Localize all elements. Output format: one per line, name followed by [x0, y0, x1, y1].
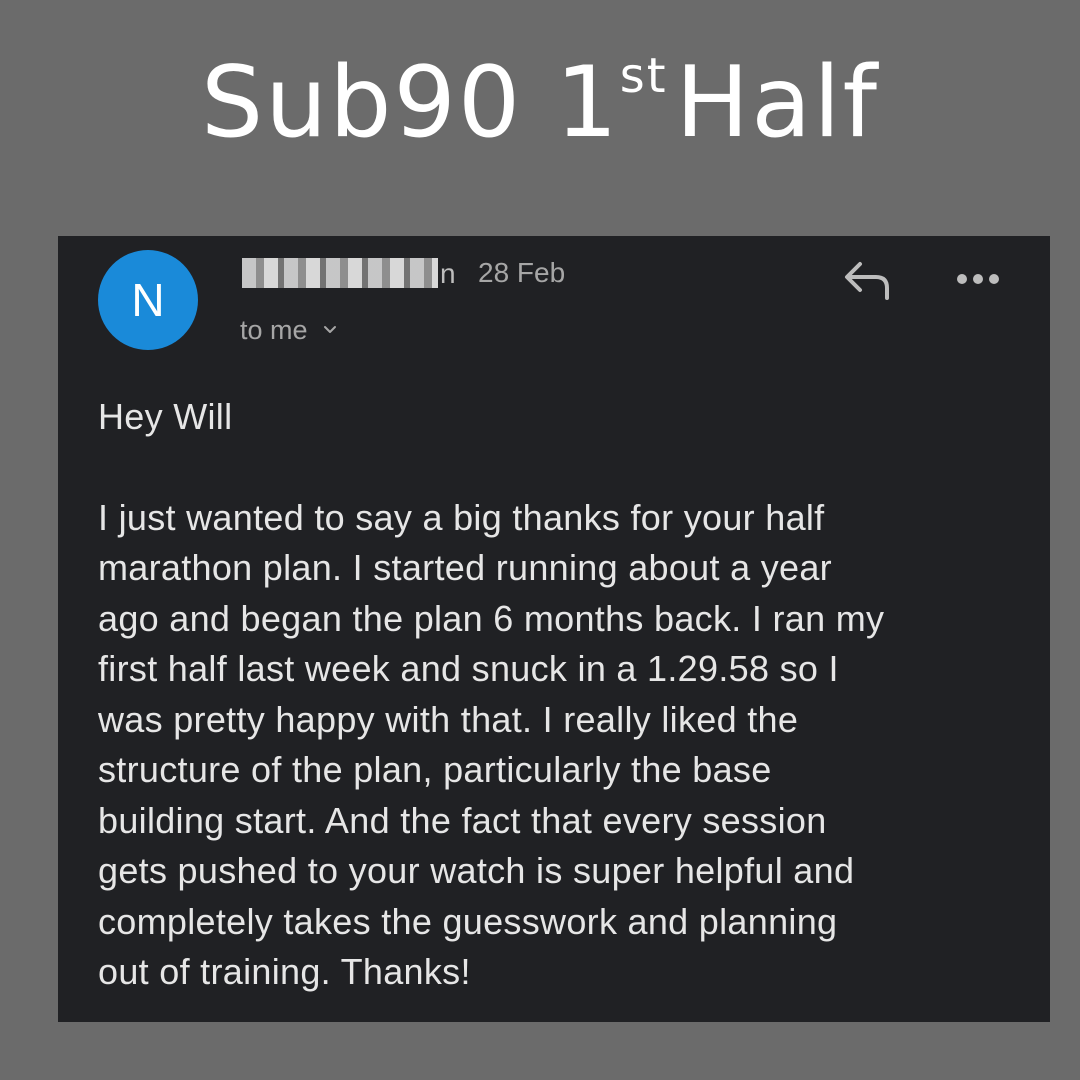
email-body: Hey Will I just wanted to say a big than…	[98, 392, 1018, 998]
sender-name[interactable]: n	[242, 254, 456, 292]
email-paragraph: I just wanted to say a big thanks for yo…	[98, 493, 1018, 998]
recipient-toggle[interactable]: to me	[240, 312, 338, 348]
email-body-line: first half last week and snuck in a 1.29…	[98, 648, 839, 689]
recipient-label: to me	[240, 315, 308, 345]
email-date: 28 Feb	[478, 257, 566, 288]
sender-name-tail: n	[440, 258, 456, 289]
avatar[interactable]: N	[98, 250, 198, 350]
email-body-line: was pretty happy with that. I really lik…	[98, 698, 799, 740]
email-card: N n 28 Feb to me Hey Will I just wanted …	[58, 236, 1050, 1022]
chevron-down-icon	[323, 326, 336, 333]
email-body-line: I just wanted to say a big thanks for yo…	[98, 496, 825, 538]
headline-main: Sub90 1	[200, 46, 620, 160]
email-body-line: completely takes the guesswork and plann…	[98, 900, 838, 942]
email-body-line: ago and began the plan 6 months back. I …	[98, 597, 885, 639]
email-greeting: Hey Will	[98, 396, 233, 437]
headline: Sub90 1stHalf	[0, 38, 1080, 168]
more-options-icon[interactable]	[954, 262, 1002, 296]
email-body-line: out of training. Thanks!	[98, 951, 471, 992]
reply-icon[interactable]	[842, 258, 894, 302]
headline-tail: Half	[675, 46, 880, 160]
email-body-line: building start. And the fact that every …	[98, 799, 827, 841]
email-body-line: marathon plan. I started running about a…	[98, 547, 832, 588]
email-body-line: structure of the plan, particularly the …	[98, 749, 772, 790]
sender-redacted-block	[242, 258, 438, 288]
headline-superscript: st	[619, 48, 668, 104]
email-body-line: gets pushed to your watch is super helpf…	[98, 850, 855, 891]
